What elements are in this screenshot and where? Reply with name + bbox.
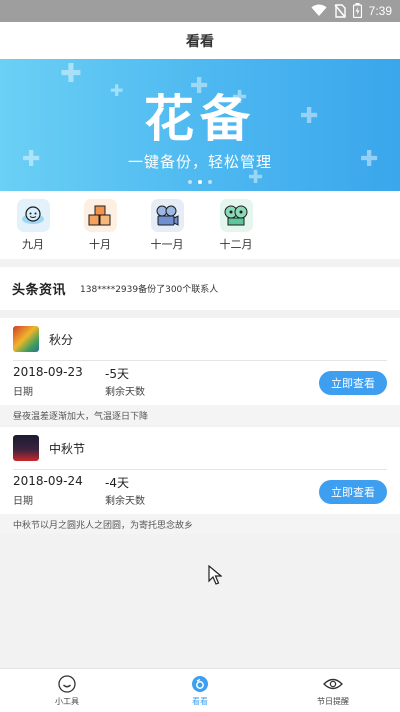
festival-card: 中秋节 2018-09-24 日期 -4天 剩余天数 立即查看 中秋节以月之圆兆… — [0, 427, 400, 534]
festival-description: 昼夜温差逐渐加大，气温逐日下降 — [0, 405, 400, 425]
autumn-thumbnail — [13, 326, 39, 352]
banner-title: 花备 — [144, 90, 256, 148]
month-label: 九月 — [22, 238, 44, 251]
month-shortcuts: 九月 十月 十一月 十二月 — [0, 191, 400, 259]
banner-subtitle: 一键备份，轻松管理 — [127, 153, 272, 171]
carousel-dot — [208, 180, 212, 184]
news-brand-logo: 头条资讯 — [12, 283, 67, 298]
view-now-button[interactable]: 立即查看 — [319, 371, 387, 395]
mid-autumn-thumbnail — [13, 435, 39, 461]
banner-carousel[interactable]: ✚ ✚ ✚ ✚ ✚ ✚ ✚ ✚ 花备 一键备份，轻松管理 — [0, 59, 400, 191]
month-label: 十月 — [89, 238, 111, 251]
month-item-december[interactable]: 十二月 — [216, 199, 256, 252]
carousel-dot — [188, 180, 192, 184]
festival-name: 中秋节 — [49, 441, 86, 456]
mouse-cursor-icon — [208, 564, 223, 589]
tab-holiday-reminder[interactable]: 节日提醒 — [293, 674, 373, 707]
date-label: 日期 — [13, 496, 33, 507]
month-item-november[interactable]: 十一月 — [147, 199, 187, 252]
no-sim-icon — [334, 3, 346, 18]
month-item-september[interactable]: 九月 — [13, 199, 53, 252]
news-text: 138****2939备份了300个联系人 — [80, 285, 219, 295]
month-label: 十二月 — [219, 238, 253, 251]
festival-date: 2018-09-24 — [13, 474, 83, 488]
page-title: 看看 — [186, 33, 214, 50]
camera-reel-icon — [150, 199, 184, 232]
news-ticker[interactable]: 头条资讯 138****2939备份了300个联系人 — [0, 267, 400, 310]
tab-look[interactable]: 看看 — [160, 674, 240, 707]
month-item-october[interactable]: 十月 — [80, 199, 120, 252]
remaining-days-label: 剩余天数 — [105, 387, 145, 398]
bottom-tab-bar: 小工具 看看 节日提醒 — [0, 668, 400, 712]
emoji-face-icon — [16, 199, 50, 232]
view-now-button[interactable]: 立即查看 — [319, 480, 387, 504]
smiley-icon — [27, 674, 107, 694]
remaining-days: -5天 — [105, 367, 129, 381]
tab-label: 看看 — [192, 697, 208, 706]
tab-tools[interactable]: 小工具 — [27, 674, 107, 707]
carousel-indicator — [188, 180, 212, 184]
tab-label: 节日提醒 — [317, 697, 349, 706]
wifi-icon — [311, 4, 327, 17]
date-label: 日期 — [13, 387, 33, 398]
remaining-days-label: 剩余天数 — [105, 496, 145, 507]
festival-name: 秋分 — [49, 332, 74, 347]
status-time: 7:39 — [368, 3, 392, 18]
boxes-icon — [83, 199, 117, 232]
tab-label: 小工具 — [55, 697, 79, 706]
status-bar: 7:39 — [0, 0, 400, 22]
look-icon — [160, 674, 240, 694]
month-label: 十一月 — [150, 238, 184, 251]
festival-date: 2018-09-23 — [13, 365, 83, 379]
title-bar: 看看 — [0, 22, 400, 59]
film-reel-icon — [219, 199, 253, 232]
remaining-days: -4天 — [105, 476, 129, 490]
battery-icon — [352, 3, 362, 18]
festival-description: 中秋节以月之圆兆人之团圆，为寄托思念故乡 — [0, 514, 400, 534]
carousel-dot-active — [198, 180, 202, 184]
festival-card: 秋分 2018-09-23 日期 -5天 剩余天数 立即查看 昼夜温差逐渐加大，… — [0, 318, 400, 425]
eye-icon — [293, 674, 373, 694]
